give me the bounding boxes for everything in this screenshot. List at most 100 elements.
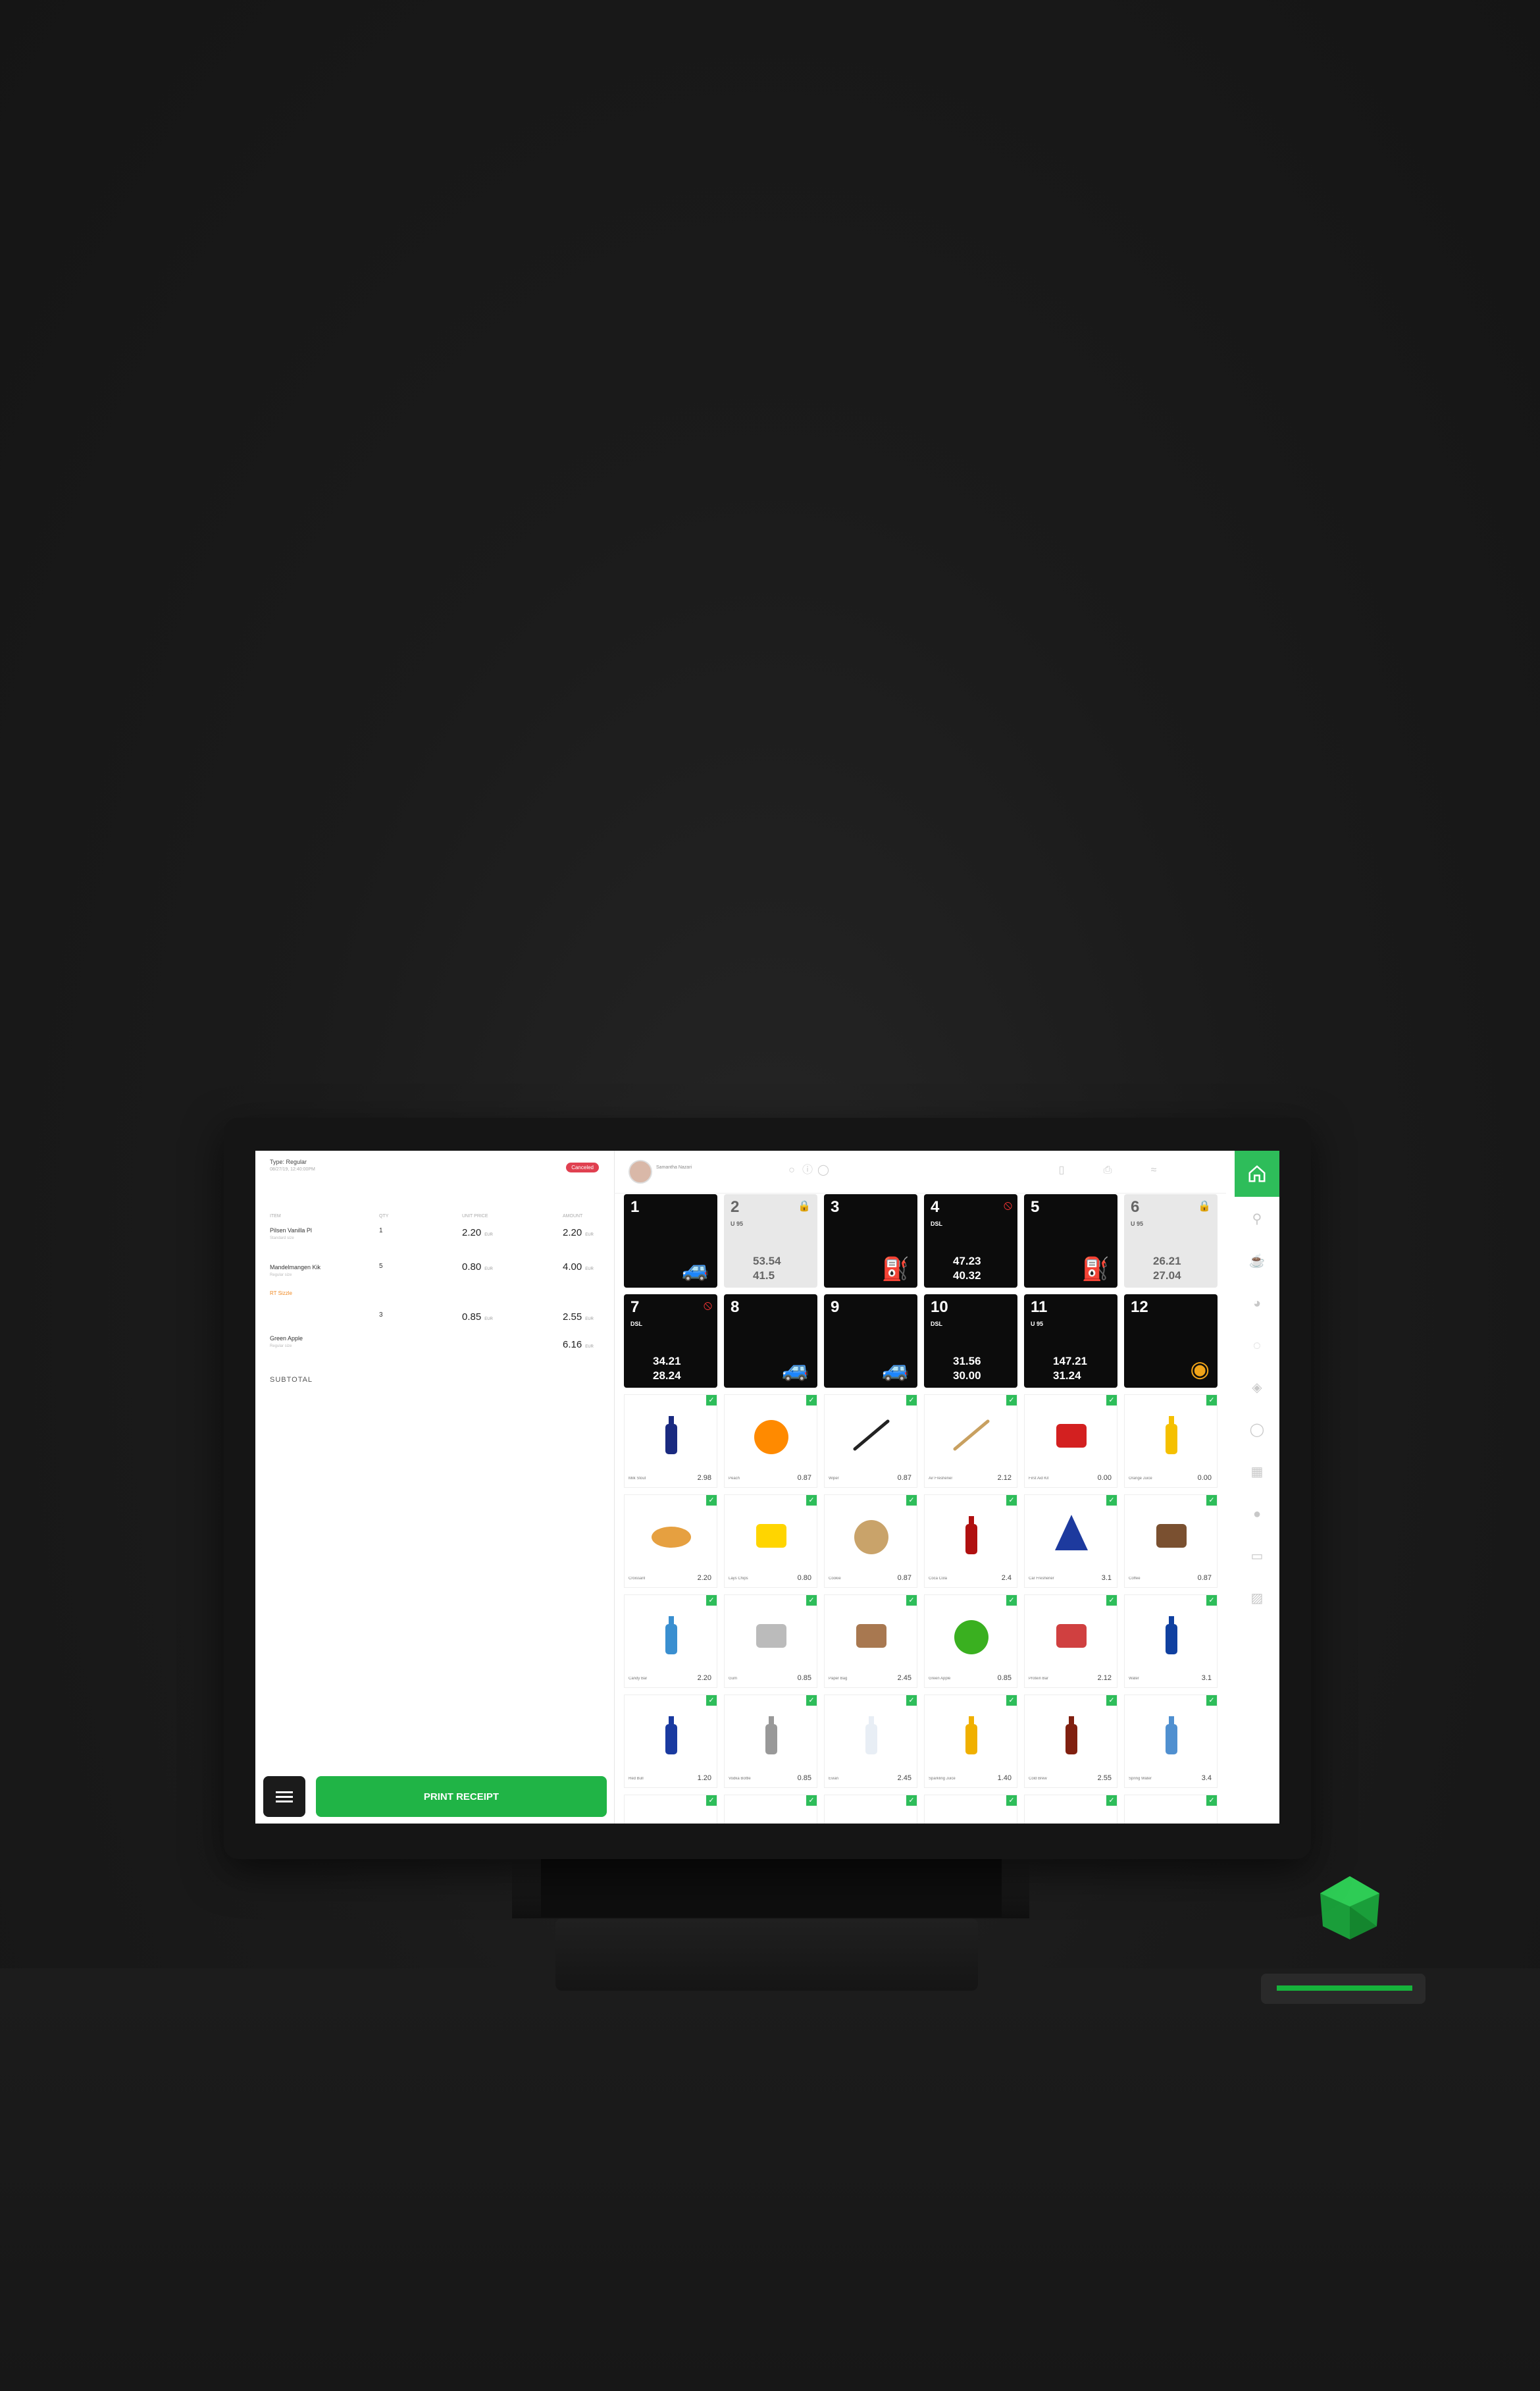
product-tile[interactable]: ✓ Vodka Bottle 0.85 xyxy=(724,1695,817,1788)
product-tile[interactable]: ✓ Coffee 0.87 xyxy=(1124,1494,1218,1588)
product-price: 2.12 xyxy=(997,1474,1012,1482)
product-tile[interactable]: ✓ Evian 2.45 xyxy=(824,1695,917,1788)
pump-tile[interactable]: 4 DSL 47.23 40.32 ⦸ xyxy=(924,1194,1017,1288)
product-tile[interactable]: ✓ xyxy=(724,1795,817,1824)
pump-tile[interactable]: 2 U 95 53.54 41.5 🔒 xyxy=(724,1194,817,1288)
product-tile[interactable]: ✓ Spring Water 3.4 xyxy=(1124,1695,1218,1788)
chat-icon[interactable]: ◯ xyxy=(817,1164,830,1177)
product-tile[interactable]: ✓ Orange Juice 0.00 xyxy=(1124,1394,1218,1488)
pump-tile[interactable]: 11 U 95 147.21 31.24 xyxy=(1024,1294,1117,1388)
product-price: 1.20 xyxy=(697,1774,711,1782)
order-row[interactable]: Mandelmangen Kik Regular size RT Sizzle … xyxy=(270,1261,599,1297)
product-tile[interactable]: ✓ Car Freshener 3.1 xyxy=(1024,1494,1117,1588)
pill-category-icon[interactable]: ◯ xyxy=(1248,1421,1266,1439)
info-icon[interactable]: ⓘ xyxy=(801,1164,814,1177)
wiper-icon xyxy=(853,1419,890,1451)
brush-icon xyxy=(953,1419,990,1451)
fruit-category-icon[interactable]: ● xyxy=(1248,1505,1266,1523)
orange-icon xyxy=(754,1420,788,1454)
lock-icon[interactable]: ○ xyxy=(785,1164,798,1177)
product-tile[interactable]: ✓ Water 3.1 xyxy=(1124,1594,1218,1688)
product-price: 3.4 xyxy=(1201,1774,1212,1782)
product-tile[interactable]: ✓ Protein Bar 2.12 xyxy=(1024,1594,1117,1688)
bag-icon xyxy=(856,1624,886,1648)
product-image xyxy=(845,1511,898,1560)
search-icon[interactable]: ⚲ xyxy=(1248,1210,1266,1228)
product-name: Candy Bar xyxy=(629,1677,648,1681)
product-tile[interactable]: ✓ Sparkling Juice 1.40 xyxy=(924,1695,1017,1788)
currency: EUR xyxy=(484,1233,493,1237)
home-button[interactable] xyxy=(1235,1151,1279,1197)
product-name: Paper Bag xyxy=(829,1677,848,1681)
currency: EUR xyxy=(484,1267,493,1271)
product-tile[interactable]: ✓ Gum 0.85 xyxy=(724,1594,817,1688)
product-tile[interactable]: ✓ Red Bull 1.20 xyxy=(624,1695,717,1788)
print-receipt-button[interactable]: PRINT RECEIPT xyxy=(316,1776,607,1817)
product-name: Gum xyxy=(729,1677,738,1681)
lock-icon: 🔒 xyxy=(798,1201,811,1212)
product-tile[interactable]: ✓ Lays Chips 0.80 xyxy=(724,1494,817,1588)
menu-button[interactable] xyxy=(263,1776,305,1817)
bandage-category-icon[interactable]: ▦ xyxy=(1248,1463,1266,1481)
juice-icon xyxy=(965,1716,977,1754)
pump-tile[interactable]: 9 🚙 xyxy=(824,1294,917,1388)
stand-neck xyxy=(541,1859,1002,1917)
status-badge[interactable]: Canceled xyxy=(566,1163,599,1172)
pump-volume: 40.32 xyxy=(953,1269,981,1282)
product-tile[interactable]: ✓ xyxy=(824,1795,917,1824)
avatar[interactable] xyxy=(629,1160,652,1184)
pump-tile[interactable]: 12 ◉ xyxy=(1124,1294,1218,1388)
bread-category-icon[interactable]: ◕ xyxy=(1248,1294,1266,1313)
product-tile[interactable]: ✓ Cookie 0.87 xyxy=(824,1494,917,1588)
product-tile[interactable]: ✓ xyxy=(624,1795,717,1824)
phone-icon[interactable]: ▯ xyxy=(1055,1164,1068,1177)
product-tile[interactable]: ✓ xyxy=(1024,1795,1117,1824)
product-tile[interactable]: ✓ Cold Brew 2.55 xyxy=(1024,1695,1117,1788)
product-tile[interactable]: ✓ Wiper 0.87 xyxy=(824,1394,917,1488)
product-tile[interactable]: ✓ Air Freshener 2.12 xyxy=(924,1394,1017,1488)
product-image xyxy=(645,1611,698,1660)
product-tile[interactable]: ✓ Candy Bar 2.20 xyxy=(624,1594,717,1688)
product-name: Red Bull xyxy=(629,1777,644,1781)
pump-tile[interactable]: 5 ⛽ xyxy=(1024,1194,1117,1288)
pump-tile[interactable]: 7 DSL 34.21 28.24 ⦸ xyxy=(624,1294,717,1388)
product-tile[interactable]: ✓ Green Apple 0.85 xyxy=(924,1594,1017,1688)
alert-icon: ⦸ xyxy=(703,1298,712,1313)
product-tile[interactable]: ✓ xyxy=(1124,1795,1218,1824)
product-tile[interactable]: ✓ Croissant 2.20 xyxy=(624,1494,717,1588)
pump-tile[interactable]: 3 ⛽ xyxy=(824,1194,917,1288)
product-price: 0.00 xyxy=(1097,1474,1112,1482)
product-tile[interactable]: ✓ Paper Bag 2.45 xyxy=(824,1594,917,1688)
product-tile[interactable]: ✓ xyxy=(924,1795,1017,1824)
car-category-icon[interactable]: ▨ xyxy=(1248,1589,1266,1608)
price-value: 0.80 xyxy=(462,1261,482,1273)
product-tile[interactable]: ✓ Milk Stout 2.98 xyxy=(624,1394,717,1488)
printer-icon[interactable]: ⎙ xyxy=(1101,1164,1114,1177)
pump-tile[interactable]: 10 DSL 31.56 30.00 xyxy=(924,1294,1017,1388)
can-icon xyxy=(665,1716,677,1754)
pump-tile[interactable]: 8 🚙 xyxy=(724,1294,817,1388)
pump-amount: 147.21 xyxy=(1053,1355,1087,1367)
product-name: Water xyxy=(1129,1677,1139,1681)
order-row[interactable]: Pilsen Vanilla Pl Standard size 1 2.20 EU… xyxy=(270,1227,599,1260)
pump-tile[interactable]: 1 🚙 xyxy=(624,1194,717,1288)
product-image xyxy=(645,1711,698,1760)
order-date: 08/27/19, 12:40:00PM xyxy=(270,1167,315,1172)
currency: EUR xyxy=(585,1233,594,1237)
drink-category-icon[interactable]: ▭ xyxy=(1248,1547,1266,1565)
product-tile[interactable]: ✓ Peach 0.87 xyxy=(724,1394,817,1488)
gum-icon xyxy=(756,1624,786,1648)
pump-number: 7 xyxy=(630,1298,640,1316)
pump-tile[interactable]: 6 U 95 26.21 27.04 🔒 xyxy=(1124,1194,1218,1288)
product-price: 0.85 xyxy=(797,1674,811,1682)
product-tile[interactable]: ✓ Coca Cola 2.4 xyxy=(924,1494,1017,1588)
coffee-category-icon[interactable]: ☕ xyxy=(1248,1252,1266,1271)
product-tile[interactable]: ✓ First Aid Kit 0.00 xyxy=(1024,1394,1117,1488)
burger-category-icon[interactable]: ◌ xyxy=(1248,1336,1266,1355)
check-icon: ✓ xyxy=(806,1695,817,1706)
fuel-type: U 95 xyxy=(1031,1321,1044,1327)
pump-number: 2 xyxy=(731,1198,740,1216)
candy-category-icon[interactable]: ◈ xyxy=(1248,1379,1266,1397)
order-row[interactable]: Green Apple Regular size 6.16 EUR xyxy=(270,1335,599,1368)
product-price: 2.45 xyxy=(897,1674,911,1682)
